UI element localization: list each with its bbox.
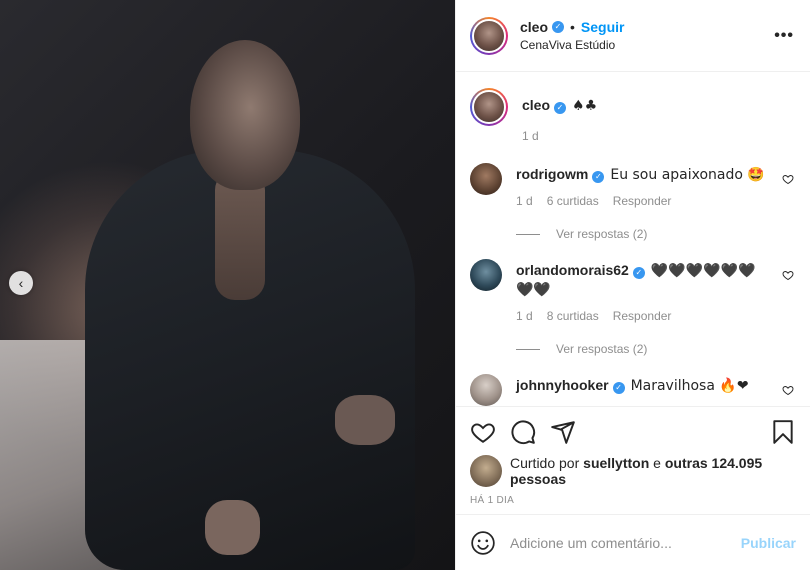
likes-middle: e [653, 455, 661, 471]
author-avatar[interactable] [470, 16, 508, 55]
comment-icon[interactable] [510, 419, 536, 445]
verified-badge-icon: ✓ [612, 382, 625, 394]
reply-button[interactable]: Responder [613, 194, 672, 208]
author-username[interactable]: cleo [520, 19, 548, 35]
replies-divider [516, 348, 540, 350]
post-timestamp[interactable]: Há 1 dia [470, 495, 796, 506]
separator-dot: • [570, 19, 575, 35]
likes-prefix: Curtido por [510, 455, 580, 471]
more-options-icon[interactable]: ••• [774, 27, 794, 45]
photo-figure-head [190, 40, 300, 190]
caption-avatar[interactable] [470, 88, 508, 126]
caption-username[interactable]: cleo [522, 97, 550, 113]
comment-text: Eu sou apaixonado 🤩 [610, 167, 765, 183]
publish-button[interactable]: Publicar [741, 535, 796, 551]
caption: cleo ✓ ♠♣ 1 d [470, 88, 794, 143]
caption-time: 1 d [522, 129, 539, 143]
commenter-username[interactable]: rodrigowm [516, 166, 588, 182]
verified-badge-icon: ✓ [552, 21, 565, 33]
smiley-icon[interactable] [470, 530, 496, 556]
post-actions: Curtido por suellytton e outras 124.095 … [456, 406, 810, 514]
comment-likes-count[interactable]: 8 curtidas [547, 309, 599, 323]
post-side-panel: cleo ✓ • Seguir CenaViva Estúdio ••• cle… [455, 0, 810, 570]
follow-button[interactable]: Seguir [581, 19, 625, 35]
post-photo[interactable]: ‹ [0, 0, 455, 570]
commenter-username[interactable]: johnnyhooker [516, 377, 609, 393]
instagram-post-modal: ‹ cleo ✓ • Seguir CenaViva Estúdio ••• c… [0, 0, 810, 570]
likes-summary: Curtido por suellytton e outras 124.095 … [470, 455, 796, 487]
verified-badge-icon: ✓ [632, 267, 645, 279]
verified-badge-icon: ✓ [554, 102, 567, 114]
commenter-avatar[interactable] [470, 259, 502, 291]
chevron-left-icon: ‹ [18, 275, 24, 291]
action-icons-row [470, 417, 796, 447]
comment-like-heart-icon[interactable] [782, 384, 794, 396]
liker-avatar[interactable] [470, 455, 502, 487]
photo-figure-hand-left [205, 500, 260, 555]
comment-like-heart-icon[interactable] [782, 173, 794, 185]
comment-input[interactable] [510, 534, 741, 551]
commenter-avatar[interactable] [470, 163, 502, 195]
comment-item: rodrigowm ✓ Eu sou apaixonado 🤩 1 d 6 curt… [470, 163, 794, 241]
view-replies-label: Ver respostas (2) [556, 342, 648, 356]
comment-like-heart-icon[interactable] [782, 269, 794, 281]
post-header: cleo ✓ • Seguir CenaViva Estúdio ••• [456, 0, 810, 72]
header-text: cleo ✓ • Seguir CenaViva Estúdio [520, 19, 774, 52]
commenter-username[interactable]: orlandomorais62 [516, 262, 629, 278]
bookmark-icon[interactable] [770, 419, 796, 445]
add-comment-bar: Publicar [456, 514, 810, 570]
commenter-avatar[interactable] [470, 374, 502, 406]
comment-likes-count[interactable]: 6 curtidas [547, 194, 599, 208]
reply-button[interactable]: Responder [613, 309, 672, 323]
caption-text: ♠♣ [572, 98, 598, 114]
view-replies-button[interactable]: Ver respostas (2) [516, 227, 768, 241]
previous-photo-button[interactable]: ‹ [9, 271, 33, 295]
liker-username[interactable]: suellytton [583, 455, 649, 471]
location-link[interactable]: CenaViva Estúdio [520, 38, 774, 52]
paper-plane-icon[interactable] [550, 419, 576, 445]
comments-list[interactable]: cleo ✓ ♠♣ 1 d rodrigowm ✓ Eu sou apaixonado … [456, 72, 810, 406]
comment-text: Maravilhosa 🔥❤ [630, 378, 749, 394]
replies-divider [516, 233, 540, 235]
view-replies-label: Ver respostas (2) [556, 227, 648, 241]
comment-item: orlandomorais62 ✓ 🖤🖤🖤🖤🖤🖤🖤🖤 1 d 8 curtidas … [470, 259, 794, 356]
verified-badge-icon: ✓ [592, 171, 605, 183]
comment-time: 1 d [516, 194, 533, 208]
heart-icon[interactable] [470, 419, 496, 445]
view-replies-button[interactable]: Ver respostas (2) [516, 342, 768, 356]
photo-figure-hand-right [335, 395, 395, 445]
comment-time: 1 d [516, 309, 533, 323]
comment-item: johnnyhooker ✓ Maravilhosa 🔥❤ [470, 374, 794, 406]
